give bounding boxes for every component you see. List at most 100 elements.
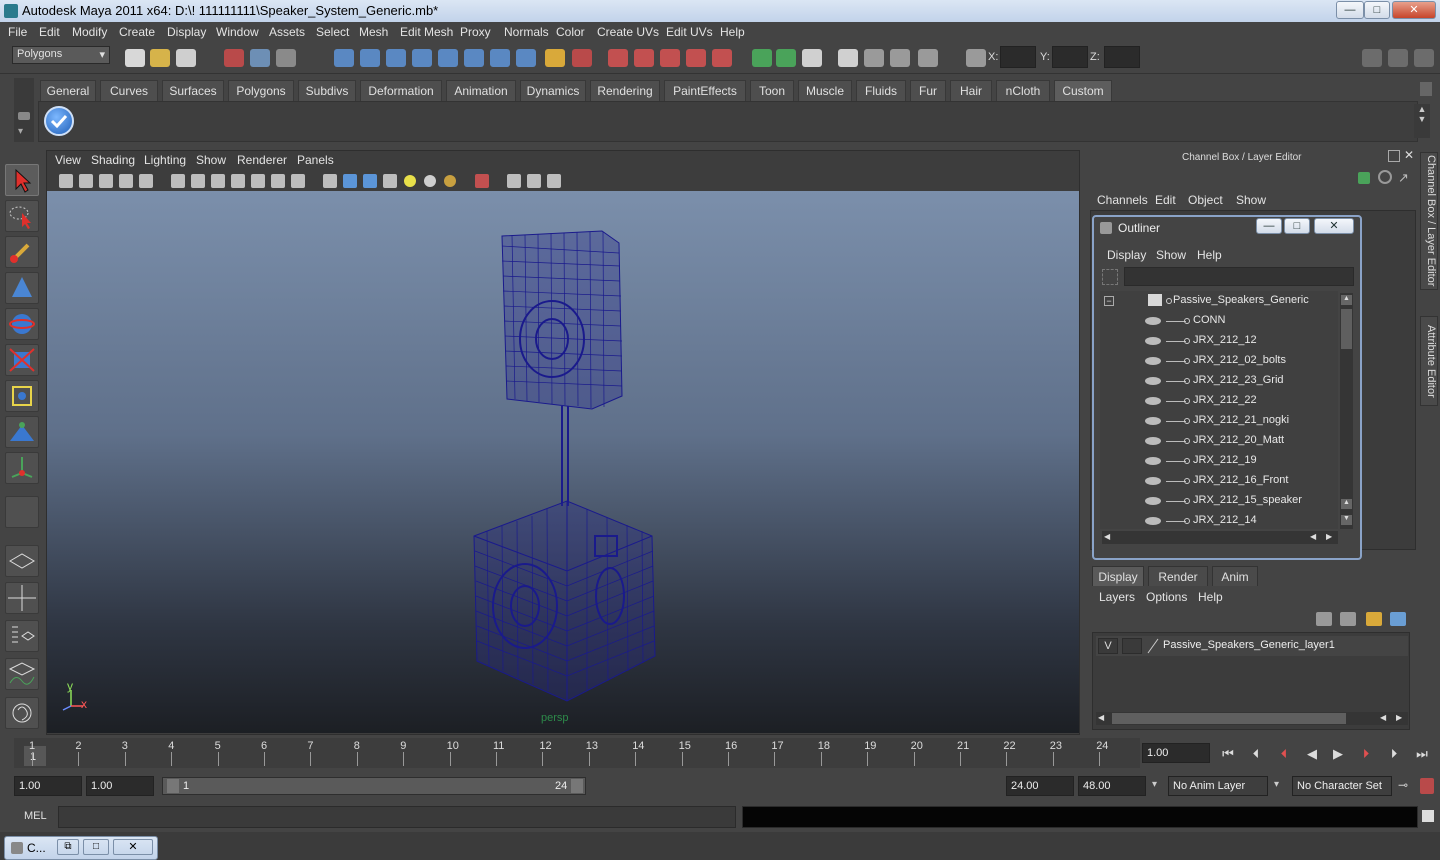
viewport-menu-shading[interactable]: Shading [91, 153, 135, 167]
shelf-tab-painteffects[interactable]: PaintEffects [664, 80, 746, 101]
scroll-right-arrow-icon[interactable]: ▶ [1326, 532, 1336, 543]
character-set-selector[interactable]: No Character Set [1292, 776, 1392, 796]
shelf-tab-custom[interactable]: Custom [1054, 80, 1112, 101]
scroll-right-arrow-icon[interactable]: ▶ [1396, 713, 1402, 722]
maximize-button[interactable]: □ [83, 839, 109, 855]
restore-button[interactable]: ⧉ [57, 839, 79, 855]
layer-horizontal-scrollbar[interactable]: ◀ ◀ ▶ [1096, 712, 1408, 725]
collapse-icon[interactable]: − [1104, 296, 1114, 306]
shelf-tab-subdivs[interactable]: Subdivs [298, 80, 356, 101]
list-item[interactable]: JRX_212_21_nogki [1100, 411, 1338, 431]
current-time-field[interactable]: 1.00 [1142, 743, 1210, 763]
playback-end-time-field[interactable]: 24.00 [1006, 776, 1074, 796]
outliner-vscroll-thumb[interactable] [1341, 309, 1352, 349]
minimized-window-button[interactable]: C... ⧉ □ ✕ [4, 836, 158, 860]
chevron-down-icon[interactable]: ▾ [1274, 779, 1279, 790]
layer-menu-options[interactable]: Options [1146, 590, 1187, 604]
list-item[interactable]: JRX_212_16_Front [1100, 471, 1338, 491]
paint-select-tool-button[interactable] [5, 236, 39, 268]
rotate-tool-button[interactable] [5, 308, 39, 340]
key-icon[interactable]: ⊸ [1398, 778, 1408, 792]
outliner-search-input[interactable] [1124, 267, 1354, 286]
move-tool-button[interactable] [5, 272, 39, 304]
outliner-root-row[interactable]: − Passive_Speakers_Generic [1100, 291, 1338, 311]
single-perspective-layout-button[interactable] [5, 545, 39, 577]
step-back-frame-icon[interactable]: ⏴ [1246, 746, 1266, 762]
new-empty-layer-icon[interactable] [1366, 612, 1382, 626]
tab-display[interactable]: Display [1092, 566, 1144, 586]
shelf-tab-dynamics[interactable]: Dynamics [520, 80, 586, 101]
pin-icon[interactable]: ↗ [1398, 170, 1412, 185]
outliner-menu-display[interactable]: Display [1107, 248, 1146, 262]
menu-set-selector[interactable]: Polygons ▾ [12, 46, 110, 64]
animation-end-time-field[interactable]: 48.00 [1078, 776, 1146, 796]
script-editor-icon[interactable] [1422, 810, 1434, 822]
snap-grid-icon[interactable] [334, 49, 354, 67]
show-hide-channel-box-icon[interactable] [1414, 49, 1434, 67]
menu-window[interactable]: Window [216, 25, 259, 39]
mel-command-input[interactable] [58, 806, 736, 828]
shelf-tab-deformation[interactable]: Deformation [360, 80, 442, 101]
scale-tool-button[interactable] [5, 344, 39, 376]
range-start-handle[interactable] [167, 779, 179, 793]
float-panel-icon[interactable] [1388, 150, 1400, 162]
channel-menu-edit[interactable]: Edit [1155, 193, 1176, 207]
menu-modify[interactable]: Modify [72, 25, 107, 39]
snap-to-point-icon[interactable] [660, 49, 680, 67]
step-back-key-icon[interactable]: ⏴ [1274, 746, 1294, 762]
viewport-menu-renderer[interactable]: Renderer [237, 153, 287, 167]
show-hide-attribute-editor-icon[interactable] [1362, 49, 1382, 67]
channel-menu-channels[interactable]: Channels [1097, 193, 1148, 207]
channel-menu-object[interactable]: Object [1188, 193, 1223, 207]
chevron-down-icon[interactable]: ▾ [1152, 779, 1157, 790]
scroll-up-arrow-icon[interactable]: ▲ [1341, 295, 1352, 305]
shelf-tab-general[interactable]: General [40, 80, 96, 101]
checkmark-icon[interactable] [44, 106, 74, 136]
output-ops-icon[interactable] [776, 49, 796, 67]
manipulator-icon[interactable] [1358, 172, 1370, 184]
animation-start-time-field[interactable]: 1.00 [14, 776, 82, 796]
shelf-tab-polygons[interactable]: Polygons [228, 80, 294, 101]
dock-tab-attribute-editor[interactable]: Attribute Editor [1420, 316, 1438, 406]
highlight-selection-icon[interactable] [572, 49, 592, 67]
play-forwards-icon[interactable]: ▶ [1328, 746, 1348, 762]
viewport-menu-view[interactable]: View [55, 153, 81, 167]
outliner-filter-icon[interactable] [1102, 269, 1118, 285]
list-item[interactable]: JRX_212_12 [1100, 331, 1338, 351]
layer-row[interactable]: V Passive_Speakers_Generic_layer1 [1096, 636, 1408, 656]
step-forward-key-icon[interactable]: ⏵ [1356, 746, 1376, 762]
menu-help[interactable]: Help [720, 25, 745, 39]
time-slider[interactable]: 1 [14, 738, 1140, 768]
snap-to-view-plane-icon[interactable] [686, 49, 706, 67]
z-coordinate-input[interactable] [1104, 46, 1140, 68]
shelf-tab-menu-icon[interactable]: ▾ [18, 126, 23, 137]
menu-edit[interactable]: Edit [39, 25, 60, 39]
shelf-tab-fur[interactable]: Fur [910, 80, 946, 101]
viewport-menu-show[interactable]: Show [196, 153, 226, 167]
shelf-tab-fluids[interactable]: Fluids [856, 80, 906, 101]
show-manipulator-button[interactable] [5, 452, 39, 484]
lasso-tool-button[interactable] [5, 200, 39, 232]
animation-preferences-icon[interactable] [1420, 778, 1434, 794]
outliner-close-button[interactable]: ✕ [1314, 218, 1354, 234]
viewport-menu-lighting[interactable]: Lighting [144, 153, 186, 167]
render-view-icon[interactable] [838, 49, 858, 67]
x-coordinate-input[interactable] [1000, 46, 1036, 68]
save-scene-icon[interactable] [176, 49, 196, 67]
minimize-button[interactable]: — [1336, 1, 1364, 19]
hypershade-layout-button[interactable] [5, 697, 39, 729]
menu-assets[interactable]: Assets [269, 25, 305, 39]
perspective-viewport[interactable]: y x persp [47, 191, 1079, 733]
shelf-tab-toon[interactable]: Toon [750, 80, 794, 101]
move-layer-down-icon[interactable] [1340, 612, 1356, 626]
graph-editor-layout-button[interactable] [5, 658, 39, 690]
menu-file[interactable]: File [8, 25, 27, 39]
render-current-frame-icon[interactable] [864, 49, 884, 67]
layer-menu-help[interactable]: Help [1198, 590, 1223, 604]
new-scene-icon[interactable] [125, 49, 145, 67]
outliner-maximize-button[interactable]: □ [1284, 218, 1310, 234]
shelf-tab-curves[interactable]: Curves [100, 80, 158, 101]
menu-mesh[interactable]: Mesh [359, 25, 388, 39]
menu-edit-mesh[interactable]: Edit Mesh [400, 25, 453, 39]
outliner-menu-help[interactable]: Help [1197, 248, 1222, 262]
